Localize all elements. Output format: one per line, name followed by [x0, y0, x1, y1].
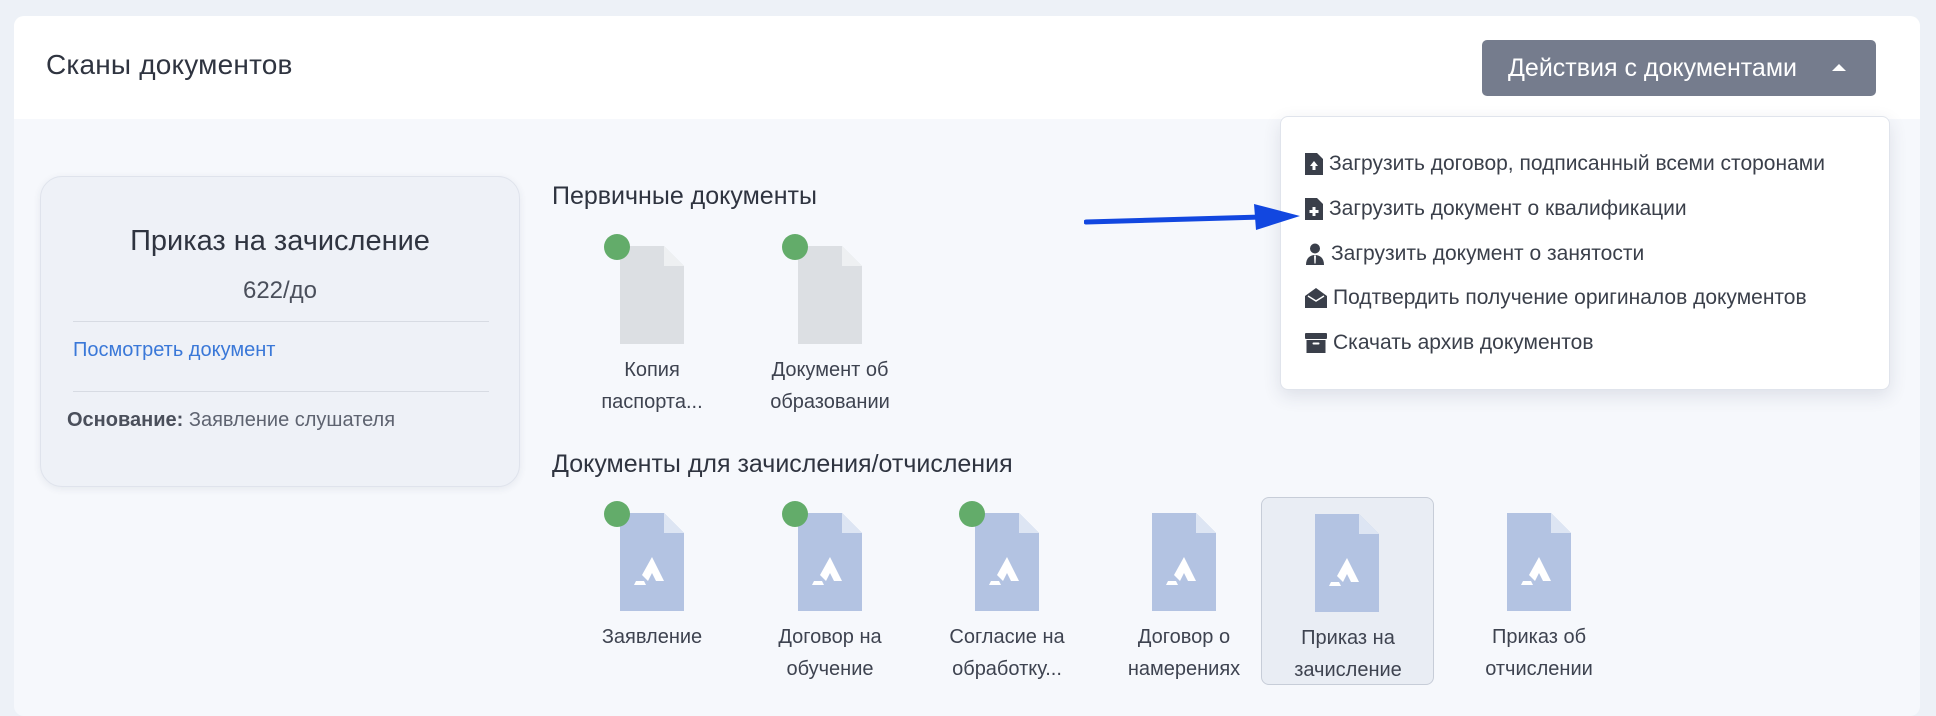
- doc-label-line: Договор на: [778, 626, 882, 648]
- document-actions-dropdown: Загрузить договор, подписанный всеми сто…: [1280, 116, 1890, 390]
- doc-item[interactable]: Договор о намерениях: [1114, 513, 1254, 693]
- uploaded-status-dot: [782, 234, 808, 260]
- doc-label-line: Документ об: [771, 359, 889, 381]
- pdf-file-icon: [798, 513, 862, 611]
- enroll-docs-title: Документы для зачисления/отчисления: [552, 450, 1013, 478]
- menu-item-label: Загрузить документ о занятости: [1331, 242, 1645, 265]
- doc-label-line: Договор о: [1137, 626, 1231, 648]
- basis-text: Основание: Заявление слушателя: [67, 409, 395, 432]
- menu-item-label: Скачать архив документов: [1333, 331, 1594, 354]
- annotation-arrow: [1084, 204, 1300, 230]
- doc-label-line: паспорта...: [601, 391, 703, 413]
- view-document-link[interactable]: Посмотреть документ: [73, 339, 275, 362]
- doc-label-line: Приказ на: [1301, 627, 1395, 649]
- menu-item-label: Загрузить договор, подписанный всеми сто…: [1329, 152, 1825, 175]
- divider: [73, 391, 489, 392]
- doc-item[interactable]: Приказ об отчислении: [1469, 513, 1609, 693]
- doc-label: Документ об образовании: [760, 354, 900, 418]
- doc-label-line: Согласие на: [949, 626, 1065, 648]
- order-card: Приказ на зачисление 622/до Посмотреть д…: [40, 176, 520, 487]
- menu-item-label: Загрузить документ о квалификации: [1329, 197, 1687, 220]
- pdf-file-icon: [620, 513, 684, 611]
- uploaded-status-dot: [604, 234, 630, 260]
- primary-docs-title: Первичные документы: [552, 182, 817, 210]
- file-plus-icon: [1305, 198, 1323, 220]
- doc-item[interactable]: Документ об образовании: [760, 234, 900, 426]
- menu-item-download-archive[interactable]: Скачать архив документов: [1305, 323, 1593, 363]
- doc-item-selected[interactable]: Приказ на зачисление: [1261, 497, 1434, 685]
- file-blank-icon: [620, 246, 684, 344]
- card-header: Сканы документов Действия с документами: [14, 16, 1920, 119]
- doc-label: Договор на обучение: [760, 621, 900, 685]
- menu-item-label: Подтвердить получение оригиналов докумен…: [1333, 286, 1807, 309]
- pdf-file-icon: [1152, 513, 1216, 611]
- envelope-open-icon: [1305, 288, 1327, 308]
- doc-item[interactable]: Договор на обучение: [760, 501, 900, 693]
- documents-card: Сканы документов Действия с документами …: [14, 16, 1920, 716]
- pdf-file-icon: [975, 513, 1039, 611]
- doc-item[interactable]: Заявление: [582, 501, 722, 693]
- divider: [73, 321, 489, 322]
- doc-label: Заявление: [582, 621, 722, 653]
- doc-label-line: зачисление: [1294, 659, 1402, 681]
- document-actions-button[interactable]: Действия с документами: [1482, 40, 1876, 96]
- doc-label: Договор о намерениях: [1114, 621, 1254, 685]
- doc-label: Приказ об отчислении: [1469, 621, 1609, 685]
- document-actions-label: Действия с документами: [1508, 53, 1797, 82]
- doc-label-line: Приказ об: [1491, 626, 1587, 648]
- doc-label: Согласие на обработку...: [937, 621, 1077, 685]
- doc-label-line: обработку...: [952, 658, 1062, 680]
- menu-item-upload-qualification[interactable]: Загрузить документ о квалификации: [1305, 189, 1687, 229]
- archive-icon: [1305, 333, 1327, 353]
- file-blank-icon: [798, 246, 862, 344]
- doc-label-line: намерениях: [1127, 658, 1241, 680]
- user-tie-icon: [1306, 243, 1324, 265]
- menu-item-upload-employment[interactable]: Загрузить документ о занятости: [1305, 234, 1644, 274]
- caret-up-icon: [1832, 64, 1846, 71]
- file-upload-icon: [1305, 153, 1323, 175]
- doc-label-line: Копия: [624, 359, 680, 381]
- doc-label: Приказ на зачисление: [1278, 622, 1418, 686]
- uploaded-status-dot: [959, 501, 985, 527]
- page-title: Сканы документов: [46, 49, 293, 80]
- doc-item[interactable]: Согласие на обработку...: [937, 501, 1077, 693]
- doc-label: Копия паспорта...: [582, 354, 722, 418]
- doc-label-line: обучение: [786, 658, 874, 680]
- doc-item[interactable]: Копия паспорта...: [582, 234, 722, 426]
- pdf-file-icon: [1315, 514, 1379, 612]
- uploaded-status-dot: [604, 501, 630, 527]
- basis-label: Основание:: [67, 409, 184, 431]
- order-title: Приказ на зачисление: [130, 225, 430, 257]
- doc-label-line: отчислении: [1485, 658, 1593, 680]
- basis-value: Заявление слушателя: [188, 409, 396, 431]
- doc-label-line: образовании: [770, 391, 890, 413]
- pdf-file-icon: [1507, 513, 1571, 611]
- doc-label-line: Заявление: [601, 626, 703, 648]
- menu-item-upload-signed-contract[interactable]: Загрузить договор, подписанный всеми сто…: [1305, 144, 1825, 184]
- uploaded-status-dot: [782, 501, 808, 527]
- order-number: 622/до: [242, 277, 318, 304]
- menu-item-confirm-originals[interactable]: Подтвердить получение оригиналов докумен…: [1305, 278, 1807, 318]
